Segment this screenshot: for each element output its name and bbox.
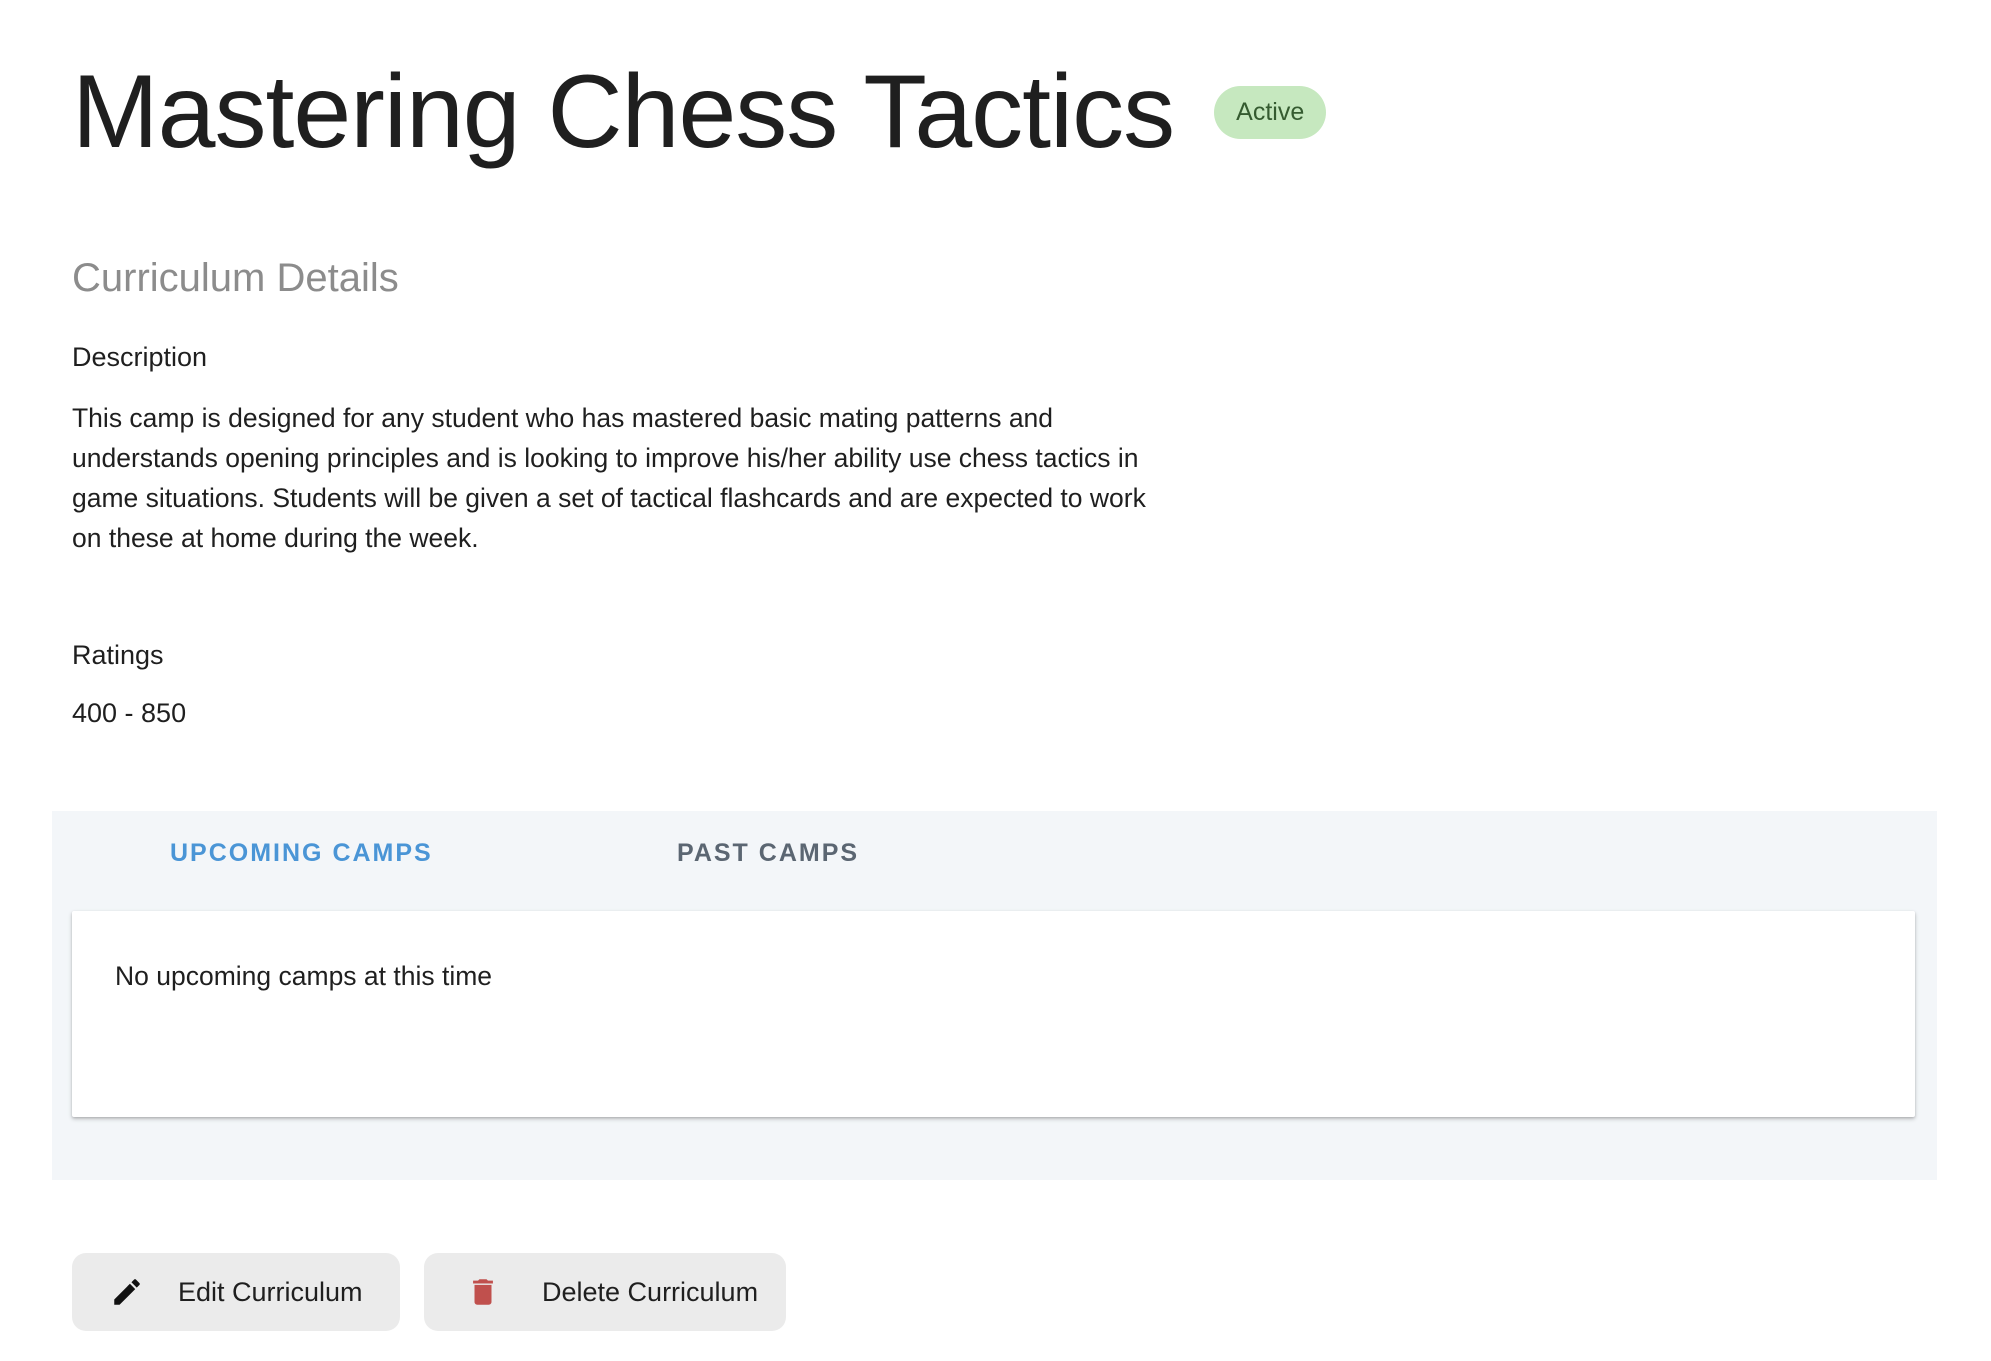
- tab-past-camps[interactable]: PAST CAMPS: [677, 839, 859, 868]
- ratings-label: Ratings: [72, 640, 164, 670]
- curriculum-page: Mastering Chess Tactics Active Curriculu…: [0, 0, 1991, 1361]
- description-label: Description: [72, 342, 208, 372]
- camps-tabs-panel: UPCOMING CAMPS PAST CAMPS No upcoming ca…: [52, 811, 1937, 1180]
- delete-curriculum-label: Delete Curriculum: [542, 1276, 759, 1307]
- edit-curriculum-label: Edit Curriculum: [178, 1276, 363, 1307]
- tab-upcoming-camps[interactable]: UPCOMING CAMPS: [170, 839, 433, 868]
- pencil-icon: [110, 1275, 144, 1309]
- edit-curriculum-button[interactable]: Edit Curriculum: [72, 1253, 400, 1331]
- trash-icon: [466, 1275, 500, 1309]
- status-badge: Active: [1214, 85, 1327, 139]
- tab-content-card: No upcoming camps at this time: [72, 911, 1915, 1117]
- empty-state-message: No upcoming camps at this time: [115, 961, 493, 991]
- title-row: Mastering Chess Tactics Active: [72, 54, 1327, 170]
- page-title: Mastering Chess Tactics: [72, 54, 1175, 170]
- delete-curriculum-button[interactable]: Delete Curriculum: [424, 1253, 786, 1331]
- description-text: This camp is designed for any student wh…: [72, 403, 1146, 553]
- ratings-value: 400 - 850: [72, 698, 187, 728]
- section-heading: Curriculum Details: [72, 256, 399, 300]
